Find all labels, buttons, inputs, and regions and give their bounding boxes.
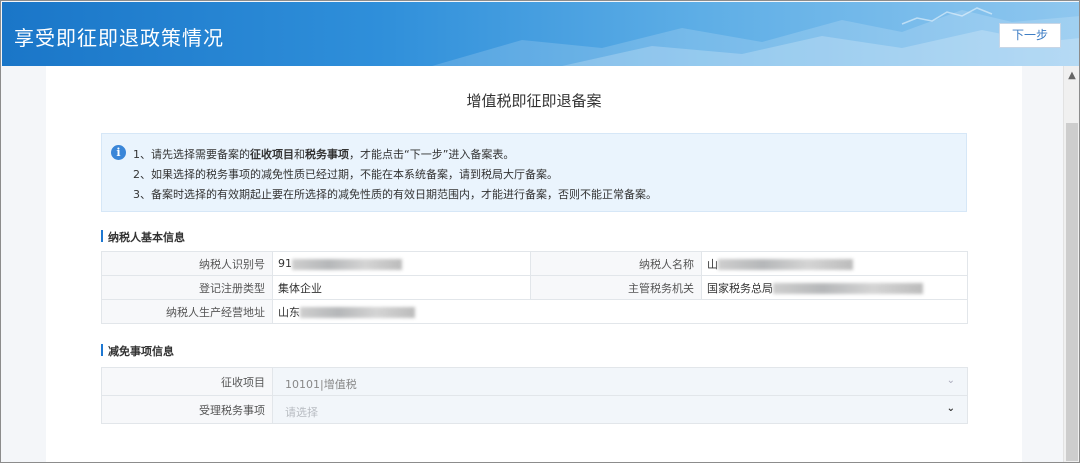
- scroll-up-arrow-icon[interactable]: ▲: [1064, 66, 1079, 83]
- tax-matter-label: 受理税务事项: [101, 395, 273, 424]
- taxpayer-id-label: 纳税人识别号: [101, 251, 273, 276]
- next-step-button[interactable]: 下一步: [999, 23, 1061, 48]
- table-row: 受理税务事项 请选择 ⌄: [101, 395, 968, 424]
- taxpayer-info-table: 纳税人识别号 91 纳税人名称 山 登记注册类型 集体企业 主管税务机关 国家税…: [101, 251, 968, 324]
- redacted-blur: [300, 307, 415, 318]
- levy-item-select[interactable]: 10101|增值税 ⌄: [272, 367, 968, 396]
- business-address-value: 山东: [272, 299, 968, 324]
- scroll-thumb[interactable]: [1066, 123, 1078, 461]
- vertical-scrollbar[interactable]: ▲: [1063, 66, 1079, 462]
- redacted-blur: [773, 283, 923, 294]
- info-icon: i: [111, 145, 126, 160]
- notice-line-1: 1、请先选择需要备案的征收项目和税务事项，才能点击“下一步”进入备案表。: [133, 148, 515, 161]
- tax-matter-select[interactable]: 请选择 ⌄: [272, 395, 968, 424]
- reg-type-value: 集体企业: [272, 275, 531, 300]
- levy-item-value: 10101|增值税: [285, 378, 357, 391]
- tax-authority-value: 国家税务总局: [701, 275, 968, 300]
- taxpayer-id-value: 91: [272, 251, 531, 276]
- chevron-down-icon: ⌄: [946, 403, 955, 414]
- notice-line-2: 2、如果选择的税务事项的减免性质已经过期，不能在本系统备案，请到税局大厅备案。: [133, 168, 558, 181]
- redacted-blur: [292, 258, 402, 270]
- tax-authority-label: 主管税务机关: [530, 275, 702, 300]
- chevron-down-icon: ⌄: [946, 375, 955, 386]
- reg-type-label: 登记注册类型: [101, 275, 273, 300]
- notice-line-3: 3、备案时选择的有效期起止要在所选择的减免性质的有效日期范围内，才能进行备案，否…: [133, 188, 657, 201]
- taxpayer-name-label: 纳税人名称: [530, 251, 702, 276]
- relief-form-table: 征收项目 10101|增值税 ⌄ 受理税务事项 请选择 ⌄: [101, 367, 968, 424]
- redacted-blur: [718, 259, 853, 270]
- app-window: 享受即征即退政策情况 下一步 增值税即征即退备案 i 1、请先选择需要备案的征收…: [0, 0, 1080, 463]
- table-row: 登记注册类型 集体企业 主管税务机关 国家税务总局: [101, 275, 968, 300]
- page-header-title: 享受即征即退政策情况: [14, 26, 224, 50]
- header-banner: 享受即征即退政策情况 下一步: [2, 2, 1079, 66]
- page-title: 增值税即征即退备案: [466, 92, 602, 110]
- taxpayer-name-value: 山: [701, 251, 968, 276]
- levy-item-label: 征收项目: [101, 367, 273, 396]
- business-address-label: 纳税人生产经营地址: [101, 299, 273, 324]
- notice-box: i 1、请先选择需要备案的征收项目和税务事项，才能点击“下一步”进入备案表。 2…: [101, 133, 967, 212]
- table-row: 纳税人识别号 91 纳税人名称 山: [101, 251, 968, 276]
- tax-matter-placeholder: 请选择: [285, 406, 318, 419]
- table-row: 纳税人生产经营地址 山东: [101, 299, 968, 324]
- relief-section-title: 减免事项信息: [101, 343, 174, 359]
- taxpayer-section-title: 纳税人基本信息: [101, 229, 185, 245]
- table-row: 征收项目 10101|增值税 ⌄: [101, 367, 968, 396]
- main-content: 增值税即征即退备案 i 1、请先选择需要备案的征收项目和税务事项，才能点击“下一…: [46, 66, 1022, 462]
